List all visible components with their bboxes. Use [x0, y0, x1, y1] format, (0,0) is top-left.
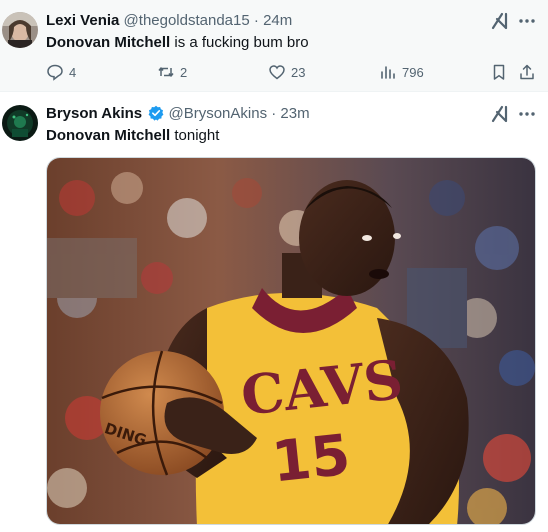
more-icon[interactable] [516, 10, 538, 32]
more-icon[interactable] [516, 103, 538, 125]
author-handle[interactable]: @BrysonAkins [168, 105, 267, 122]
basketball-player-photo: CAVS 15 DING [47, 158, 535, 524]
reply-button[interactable]: 4 [46, 61, 76, 83]
grok-icon[interactable] [490, 10, 512, 32]
author-name[interactable]: Lexi Venia [46, 12, 119, 29]
like-count: 23 [291, 64, 306, 80]
share-icon [520, 64, 534, 80]
jersey-number: 15 [269, 423, 353, 496]
author-handle[interactable]: @thegoldstanda15 [124, 12, 250, 29]
bookmark-icon [493, 64, 505, 80]
mention-bold: Donovan Mitchell [46, 34, 171, 51]
tweet-text: Donovan Mitchell tonight [46, 126, 219, 146]
tweet-lexi-venia[interactable]: Lexi Venia @thegoldstanda15 · 24m Donova… [0, 0, 548, 92]
separator-dot: · [253, 12, 259, 29]
mention-bold: Donovan Mitchell [46, 127, 171, 144]
reply-icon [47, 64, 63, 81]
avatar[interactable] [2, 105, 38, 141]
tweet-text-rest: is a fucking bum bro [170, 34, 309, 51]
author-name[interactable]: Bryson Akins [46, 105, 142, 122]
repost-button[interactable]: 2 [157, 61, 187, 83]
separator-dot: · [271, 105, 277, 122]
views-button[interactable]: 796 [379, 61, 424, 83]
tweet-bryson-akins[interactable]: Bryson Akins @BrysonAkins · 23m Donovan … [0, 93, 548, 532]
avatar[interactable] [2, 12, 38, 48]
timestamp[interactable]: 23m [280, 105, 309, 122]
repost-icon [158, 67, 174, 77]
share-button[interactable] [518, 61, 536, 83]
tweet-header: Bryson Akins @BrysonAkins · 23m [46, 105, 310, 123]
grok-icon[interactable] [490, 103, 512, 125]
tweet-text: Donovan Mitchell is a fucking bum bro [46, 33, 309, 53]
tweet-header: Lexi Venia @thegoldstanda15 · 24m [46, 12, 292, 30]
action-bar: 4 2 23 796 [46, 61, 540, 83]
views-icon [381, 66, 395, 79]
verified-badge-icon [148, 105, 164, 121]
timestamp[interactable]: 24m [263, 12, 292, 29]
view-count: 796 [402, 64, 424, 80]
bookmark-button[interactable] [490, 61, 508, 83]
reply-count: 4 [69, 64, 77, 80]
like-button[interactable]: 23 [268, 61, 305, 83]
repost-count: 2 [180, 64, 188, 80]
tweet-text-rest: tonight [170, 127, 220, 144]
tweet-photo[interactable]: CAVS 15 DING [46, 157, 536, 525]
like-icon [269, 65, 285, 80]
